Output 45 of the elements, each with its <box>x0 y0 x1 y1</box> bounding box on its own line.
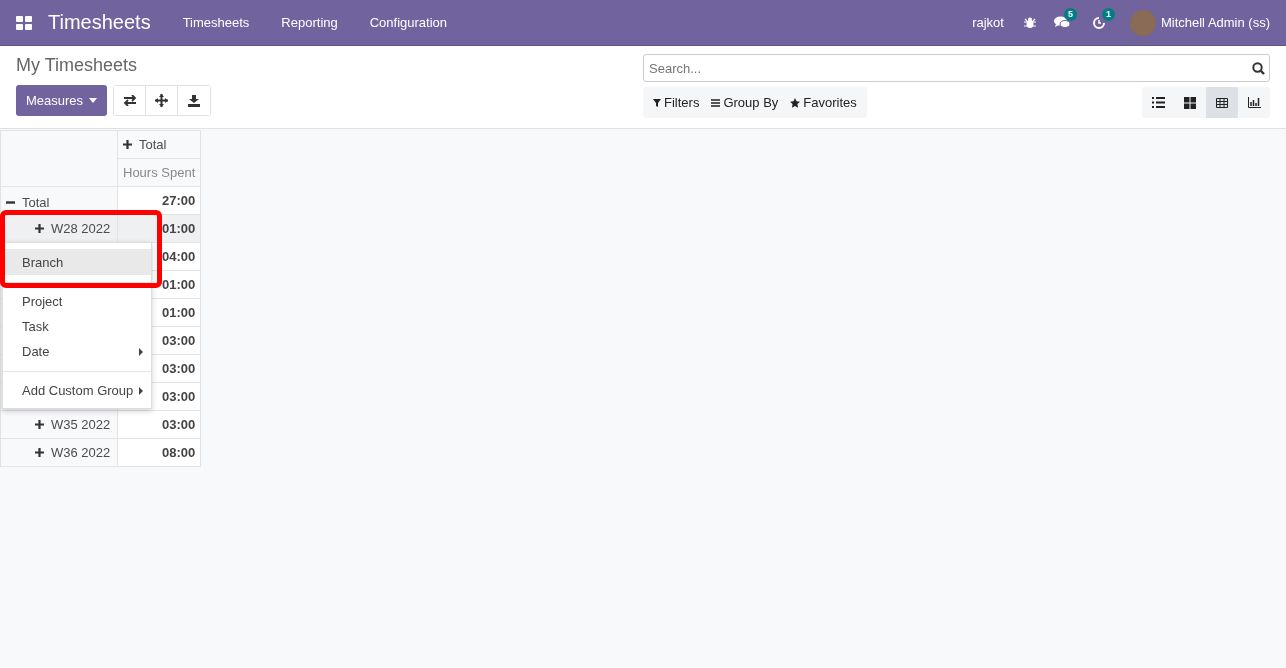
search-field[interactable]: Search... <box>643 54 1270 82</box>
app-title[interactable]: Timesheets <box>48 11 151 34</box>
caret-icon <box>89 98 98 103</box>
plus-icon[interactable] <box>35 448 44 457</box>
measures-button[interactable]: Measures <box>16 85 108 116</box>
bug-icon[interactable] <box>1023 16 1036 29</box>
notification-badge: 5 <box>1063 8 1077 21</box>
notification-badge: 1 <box>1101 7 1115 21</box>
nav-menu-item[interactable]: Timesheets <box>166 15 266 30</box>
list-icon <box>1151 97 1165 108</box>
filter-icon <box>653 98 661 107</box>
table-cell: 03:00 <box>117 410 201 439</box>
apps-grid-icon[interactable] <box>16 15 32 30</box>
chat-bubbles-icon[interactable] <box>1053 16 1070 29</box>
dropdown-item[interactable]: Branch <box>3 249 151 275</box>
column-header[interactable]: Total <box>139 137 167 152</box>
user-menu[interactable]: Mitchell Admin (ss) <box>1155 15 1270 30</box>
search-option-button[interactable]: Favorites <box>784 87 863 118</box>
plus-icon[interactable] <box>35 224 44 233</box>
bar-chart-icon <box>1247 97 1261 108</box>
star-icon <box>790 97 801 108</box>
plus-icon[interactable] <box>35 420 44 429</box>
search-icon[interactable] <box>1252 62 1265 75</box>
swap-arrows-icon <box>122 95 137 106</box>
minus-icon[interactable] <box>6 200 15 204</box>
search-option-button[interactable]: Filters <box>647 87 706 118</box>
download-icon <box>188 94 201 107</box>
pivot-view-button[interactable] <box>1206 87 1238 118</box>
search-option-button[interactable]: Group By <box>705 87 785 118</box>
plus-icon[interactable] <box>123 140 132 149</box>
table-icon <box>1216 97 1228 108</box>
measure-header[interactable]: Hours Spent <box>117 158 201 187</box>
nav-menu-item[interactable]: Configuration <box>353 15 464 30</box>
nav-menu-item[interactable]: Reporting <box>265 15 354 30</box>
move-arrows-icon <box>155 94 169 107</box>
page-title: My Timesheets <box>16 54 139 76</box>
grid-icon <box>1184 96 1196 109</box>
clock-icon[interactable] <box>1091 15 1106 30</box>
row-header[interactable]: Total <box>22 194 50 210</box>
flip-axis-button[interactable] <box>114 86 147 115</box>
table-cell: 08:00 <box>117 438 201 467</box>
caret-right-icon <box>139 347 143 356</box>
caret-right-icon <box>139 386 143 395</box>
company-switcher[interactable]: rajkot <box>956 15 1020 30</box>
lines-icon <box>711 98 721 107</box>
